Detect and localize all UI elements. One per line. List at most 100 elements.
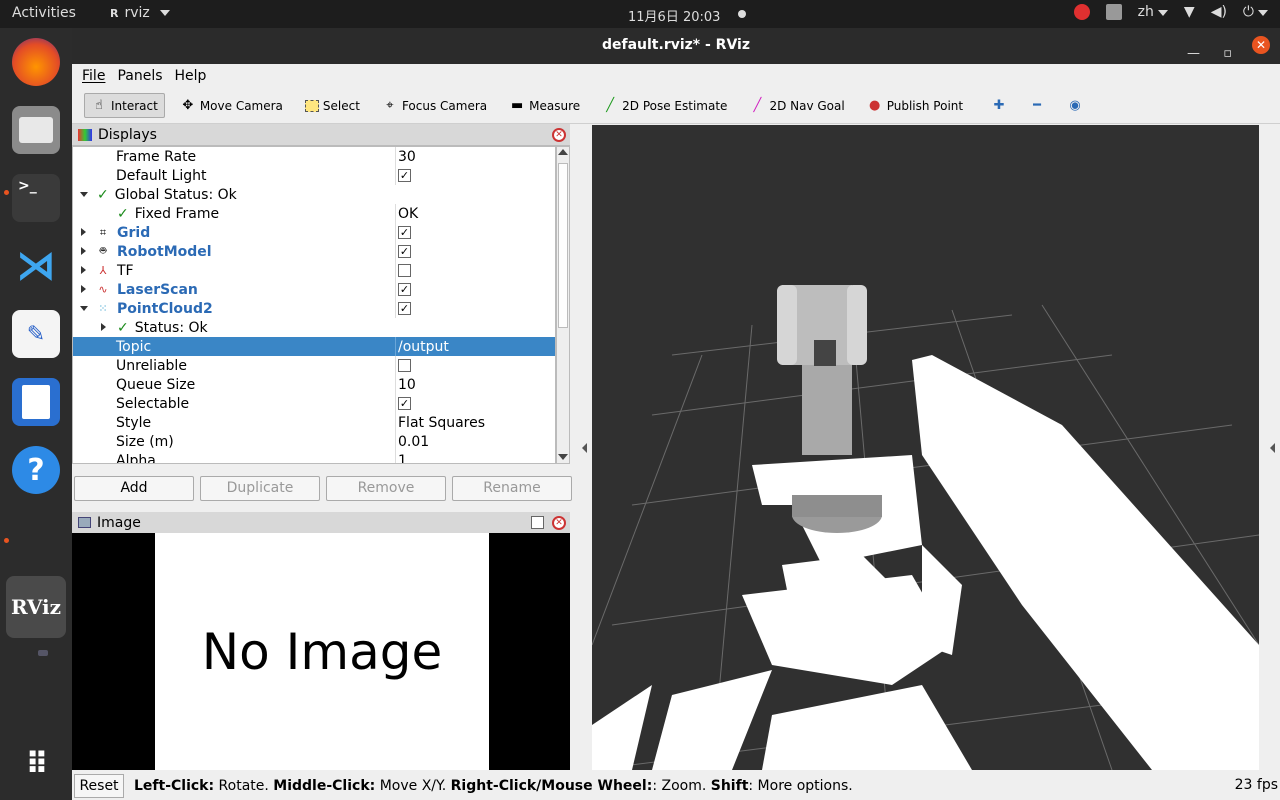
tree-row[interactable]: ⅄ TF (73, 261, 555, 280)
tree-row[interactable]: Size (m) 0.01 (73, 432, 555, 451)
expand-arrow-icon[interactable] (81, 285, 86, 293)
tree-row[interactable]: Style Flat Squares (73, 413, 555, 432)
undock-icon[interactable] (531, 516, 544, 529)
tree-row[interactable]: Alpha 1 (73, 451, 555, 464)
tree-row[interactable]: Unreliable (73, 356, 555, 375)
maximize-icon[interactable]: ▫ (1223, 37, 1232, 71)
nav-goal-tool[interactable]: ╱ 2D Nav Goal (742, 93, 851, 118)
expand-arrow-icon[interactable] (81, 266, 86, 274)
close-icon[interactable]: ✕ (552, 516, 566, 530)
property-value[interactable]: 30 (398, 149, 416, 165)
expand-arrow-icon[interactable] (101, 323, 106, 331)
select-tool[interactable]: Select (298, 94, 367, 118)
eye-icon: ◉ (1069, 98, 1081, 113)
power-icon[interactable]: ⏻ (1243, 4, 1268, 20)
tree-row[interactable]: ∿ LaserScan ✓ (73, 280, 555, 299)
window-titlebar[interactable]: default.rviz* - RViz — ▫ ✕ (72, 28, 1280, 64)
expand-arrow-icon[interactable] (80, 192, 88, 197)
pose-estimate-tool[interactable]: ╱ 2D Pose Estimate (595, 93, 734, 118)
tree-row[interactable]: Frame Rate 30 (73, 147, 555, 166)
3d-viewport[interactable] (592, 125, 1259, 770)
scroll-down-icon[interactable] (558, 454, 568, 460)
left-splitter-handle[interactable] (582, 443, 587, 453)
workspace-indicator (38, 650, 48, 656)
scrollbar-thumb[interactable] (558, 163, 568, 328)
do-not-disturb-icon[interactable] (1073, 4, 1090, 20)
close-icon[interactable]: ✕ (552, 128, 566, 142)
tree-row[interactable]: ⁙ PointCloud2 ✓ (73, 299, 555, 318)
checkbox[interactable]: ✓ (398, 302, 411, 315)
property-value[interactable]: 0.01 (398, 434, 429, 450)
text-editor-icon[interactable]: ✎ (12, 310, 60, 358)
focus-camera-tool[interactable]: ⌖ Focus Camera (375, 93, 494, 118)
rviz-icon[interactable]: RViz (6, 576, 66, 638)
checkbox[interactable]: ✓ (398, 283, 411, 296)
point-cloud (592, 355, 1259, 770)
network-icon[interactable]: ▼ (1184, 4, 1195, 20)
menu-help[interactable]: Help (171, 68, 211, 84)
menu-panels[interactable]: Panels (113, 68, 166, 84)
tool-properties-button[interactable]: ◉ (1060, 93, 1090, 118)
clock[interactable]: 11月6日 20:03 (628, 6, 720, 25)
terminal-icon[interactable]: >_ (12, 174, 60, 222)
right-splitter-handle[interactable] (1270, 443, 1275, 453)
firefox-icon[interactable] (12, 38, 60, 86)
expand-arrow-icon[interactable] (81, 228, 86, 236)
move-camera-tool[interactable]: ✥ Move Camera (173, 93, 290, 118)
tree-row[interactable]: Default Light ✓ (73, 166, 555, 185)
rename-button[interactable]: Rename (452, 476, 572, 501)
checkbox[interactable]: ✓ (398, 169, 411, 182)
show-apps-icon[interactable]: ⠿ (12, 740, 60, 788)
help-icon[interactable]: ? (12, 446, 60, 494)
vscode-icon[interactable]: ⋊ (12, 242, 60, 290)
app-menu[interactable]: Rrviz (110, 5, 170, 21)
interact-tool[interactable]: ☝ Interact (84, 93, 165, 118)
activities-button[interactable]: Activities (12, 5, 76, 21)
property-value[interactable]: /output (398, 339, 449, 355)
expand-arrow-icon[interactable] (81, 247, 86, 255)
checkbox[interactable]: ✓ (398, 226, 411, 239)
property-value[interactable]: Flat Squares (398, 415, 485, 431)
screen-icon[interactable] (1105, 4, 1122, 20)
writer-icon[interactable] (12, 378, 60, 426)
displays-scrollbar[interactable] (556, 146, 570, 464)
tree-row[interactable]: Queue Size 10 (73, 375, 555, 394)
files-icon[interactable] (12, 106, 60, 154)
remove-button[interactable]: Remove (326, 476, 446, 501)
property-label: Status: Ok (134, 319, 208, 336)
checkbox[interactable]: ✓ (398, 245, 411, 258)
ok-check-icon: ✓ (117, 205, 129, 222)
scroll-up-icon[interactable] (558, 149, 568, 155)
tree-row-selected[interactable]: Topic/output (73, 337, 555, 356)
tree-row[interactable]: ✓ Status: Ok (73, 318, 555, 337)
close-icon[interactable]: ✕ (1252, 36, 1270, 54)
tree-row[interactable]: ✓ Fixed Frame OK (73, 204, 555, 223)
tree-row[interactable]: Selectable ✓ (73, 394, 555, 413)
property-value[interactable]: 1 (398, 453, 407, 464)
publish-point-tool[interactable]: ● Publish Point (860, 93, 970, 118)
grid-icon: ⌗ (99, 225, 107, 239)
add-tool-button[interactable]: ✚ (984, 93, 1014, 118)
add-button[interactable]: Add (74, 476, 194, 501)
tree-row[interactable]: ✓ Global Status: Ok (73, 185, 555, 204)
language-selector[interactable]: zh (1138, 4, 1168, 20)
duplicate-button[interactable]: Duplicate (200, 476, 320, 501)
checkbox[interactable]: ✓ (398, 397, 411, 410)
minimize-icon[interactable]: — (1187, 37, 1200, 71)
tree-row[interactable]: 🤖︎ RobotModel ✓ (73, 242, 555, 261)
tree-row[interactable]: ⌗ Grid ✓ (73, 223, 555, 242)
menu-file[interactable]: File (78, 68, 109, 84)
tool-label: Focus Camera (401, 98, 488, 113)
measure-tool[interactable]: ▬ Measure (502, 93, 587, 118)
expand-arrow-icon[interactable] (80, 306, 88, 311)
image-view[interactable]: No Image (72, 533, 570, 770)
volume-icon[interactable]: ◀) (1211, 4, 1227, 20)
reset-button[interactable]: Reset (74, 774, 124, 798)
remove-tool-button[interactable]: ━ (1022, 93, 1052, 118)
checkbox[interactable] (398, 264, 411, 277)
property-value[interactable]: 10 (398, 377, 416, 393)
map-pin-icon: ● (869, 98, 881, 113)
checkbox[interactable] (398, 359, 411, 372)
hint-text: : Zoom. (652, 778, 711, 794)
magenta-arrow-icon: ╱ (753, 98, 762, 113)
